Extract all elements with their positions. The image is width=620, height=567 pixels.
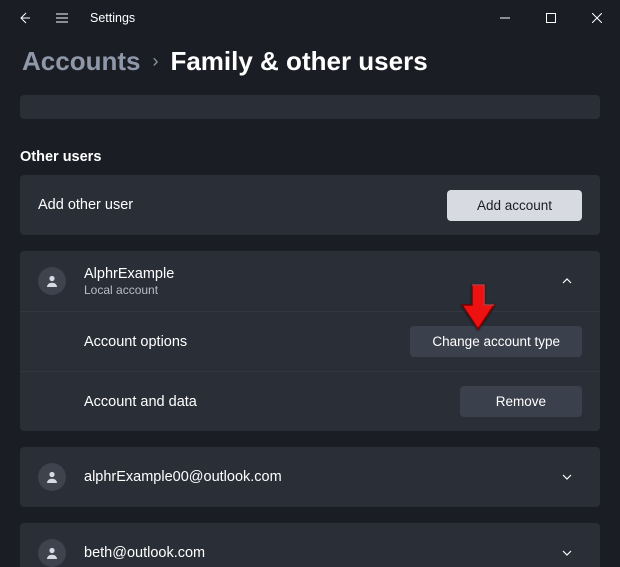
window-title: Settings <box>90 11 135 25</box>
arrow-left-icon <box>16 10 32 26</box>
avatar <box>38 539 66 567</box>
hamburger-icon <box>54 10 70 26</box>
account-options-label: Account options <box>84 334 410 350</box>
avatar <box>38 463 66 491</box>
menu-button[interactable] <box>46 2 78 34</box>
add-other-user-card: Add other user Add account <box>20 175 600 235</box>
account-options-row: Account options Change account type <box>20 311 600 371</box>
titlebar: Settings <box>0 0 620 36</box>
user-name: AlphrExample <box>84 266 544 282</box>
change-account-type-button[interactable]: Change account type <box>410 326 582 357</box>
account-data-row: Account and data Remove <box>20 371 600 431</box>
previous-section-card[interactable] <box>20 95 600 119</box>
breadcrumb: Accounts › Family & other users <box>0 36 620 95</box>
person-icon <box>44 469 60 485</box>
add-other-user-label: Add other user <box>38 197 447 213</box>
minimize-icon <box>500 13 510 23</box>
add-account-button[interactable]: Add account <box>447 190 582 221</box>
user-card-collapsed: alphrExample00@outlook.com <box>20 447 600 507</box>
close-button[interactable] <box>574 2 620 34</box>
person-icon <box>44 545 60 561</box>
minimize-button[interactable] <box>482 2 528 34</box>
user-email: beth@outlook.com <box>84 545 544 561</box>
user-card-expanded: AlphrExample Local account Account optio… <box>20 251 600 431</box>
collapse-toggle[interactable] <box>552 274 582 288</box>
user-subtitle: Local account <box>84 283 544 297</box>
breadcrumb-parent[interactable]: Accounts <box>22 46 140 77</box>
remove-button[interactable]: Remove <box>460 386 582 417</box>
chevron-up-icon <box>560 274 574 288</box>
breadcrumb-current: Family & other users <box>170 46 427 77</box>
other-users-heading: Other users <box>20 149 600 165</box>
chevron-right-icon: › <box>152 51 158 72</box>
person-icon <box>44 273 60 289</box>
user-email: alphrExample00@outlook.com <box>84 469 544 485</box>
maximize-button[interactable] <box>528 2 574 34</box>
user-header-row[interactable]: alphrExample00@outlook.com <box>20 447 600 507</box>
back-button[interactable] <box>8 2 40 34</box>
close-icon <box>592 13 602 23</box>
chevron-down-icon <box>560 470 574 484</box>
expand-toggle[interactable] <box>552 546 582 560</box>
avatar <box>38 267 66 295</box>
chevron-down-icon <box>560 546 574 560</box>
account-data-label: Account and data <box>84 394 460 410</box>
user-header-row[interactable]: AlphrExample Local account <box>20 251 600 311</box>
expand-toggle[interactable] <box>552 470 582 484</box>
user-card-collapsed: beth@outlook.com <box>20 523 600 567</box>
maximize-icon <box>546 13 556 23</box>
user-header-row[interactable]: beth@outlook.com <box>20 523 600 567</box>
